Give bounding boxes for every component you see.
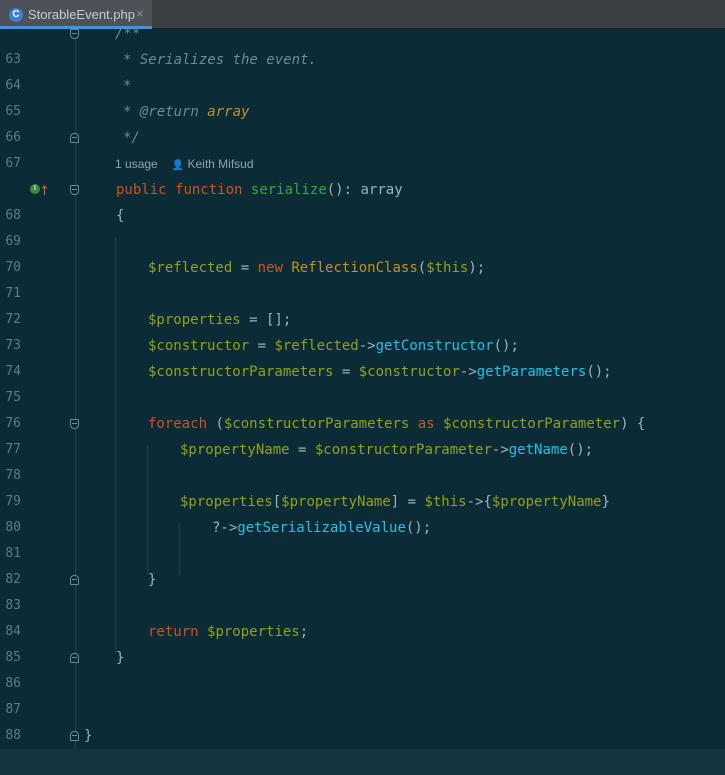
code-text: {	[116, 208, 125, 224]
fold-icon[interactable]	[70, 29, 79, 39]
code-text: $properties[$propertyName] = $this->{$pr…	[180, 494, 610, 510]
code-line-86: 86 }	[0, 645, 725, 691]
editor-tab-bar: C StorableEvent.php ×	[0, 0, 725, 29]
fold-icon[interactable]	[70, 419, 79, 429]
override-arrow-icon[interactable]: ↑	[39, 179, 50, 205]
author-name: Keith Mifsud	[187, 157, 254, 171]
code-line-81: 81 ?->getSerializableValue();	[0, 515, 725, 561]
code-text: $reflected = new ReflectionClass($this);	[148, 260, 486, 276]
code-line-88: 88	[0, 697, 725, 743]
code-line-63: 63 /**	[0, 29, 725, 67]
usages-hint[interactable]: 1 usage 👤 Keith Mifsud	[115, 151, 254, 177]
code-text: return $properties;	[148, 624, 309, 640]
code-line-85: 85 return $properties;	[0, 619, 725, 665]
code-text: ?->getSerializableValue();	[212, 520, 432, 536]
code-editor[interactable]: 63 /** 64 * Serializes the event. 65 * 6…	[0, 29, 725, 775]
code-vision-hint: 1 usage 👤 Keith Mifsud	[0, 151, 725, 177]
code-line-68: 68 I ↑ public function serialize(): arra…	[0, 177, 725, 223]
fold-icon[interactable]	[70, 575, 79, 585]
php-class-icon: C	[9, 8, 23, 22]
code-line-67: 67 */	[0, 125, 725, 171]
code-line-70: 70	[0, 229, 725, 275]
code-line-83: 83 }	[0, 567, 725, 613]
code-line-73: 73 $properties = [];	[0, 307, 725, 353]
code-text: $constructor = $reflected->getConstructo…	[148, 338, 519, 354]
code-line-84: 84	[0, 593, 725, 639]
code-line-82: 82	[0, 541, 725, 587]
code-text: }	[84, 728, 93, 744]
code-line-66: 66 * @return array	[0, 99, 725, 145]
code-text: * Serializes the event.	[123, 52, 317, 68]
code-text: }	[116, 650, 125, 666]
code-line-87: 87	[0, 671, 725, 717]
code-text: */	[123, 130, 140, 146]
code-text: $constructorParameters = $constructor->g…	[148, 364, 612, 380]
tab-storable-event[interactable]: C StorableEvent.php ×	[0, 0, 152, 29]
code-line-89: 89 }	[0, 723, 725, 769]
code-line-74: 74 $constructor = $reflected->getConstru…	[0, 333, 725, 379]
code-line-71: 71 $reflected = new ReflectionClass($thi…	[0, 255, 725, 301]
code-line-64: 64 * Serializes the event.	[0, 47, 725, 93]
code-line-79: 79	[0, 463, 725, 509]
code-text: /**	[115, 29, 141, 42]
code-line-80: 80 $properties[$propertyName] = $this->{…	[0, 489, 725, 535]
code-text: *	[123, 78, 132, 94]
code-line-77: 77 foreach ($constructorParameters as $c…	[0, 411, 725, 457]
code-text: foreach ($constructorParameters as $cons…	[148, 416, 646, 432]
code-line-75: 75 $constructorParameters = $constructor…	[0, 359, 725, 405]
code-text: * @return array	[123, 104, 250, 120]
code-text: $properties = [];	[148, 312, 292, 328]
close-icon[interactable]: ×	[136, 6, 144, 21]
tab-filename: StorableEvent.php	[28, 7, 135, 22]
code-line-76: 76	[0, 385, 725, 431]
code-text: }	[148, 572, 157, 588]
fold-icon[interactable]	[70, 133, 79, 143]
code-line-69: 69 {	[0, 203, 725, 249]
person-icon: 👤	[171, 160, 185, 171]
fold-icon[interactable]	[70, 185, 79, 195]
fold-icon[interactable]	[70, 653, 79, 663]
code-line-90[interactable]: 90	[0, 749, 725, 775]
code-line-78: 78 $propertyName = $constructorParameter…	[0, 437, 725, 483]
fold-icon[interactable]	[70, 731, 79, 741]
code-line-72: 72	[0, 281, 725, 327]
code-text: $propertyName = $constructorParameter->g…	[180, 442, 594, 458]
code-line-65: 65 *	[0, 73, 725, 119]
code-text: public function serialize(): array	[116, 182, 403, 198]
